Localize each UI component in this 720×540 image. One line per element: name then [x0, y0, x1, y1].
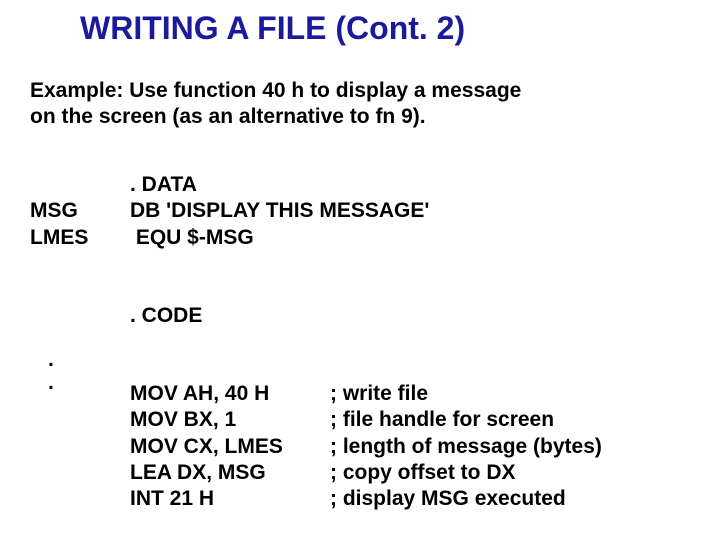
- comment: ; copy offset to DX: [330, 460, 516, 486]
- lmes-label: LMES: [30, 225, 130, 251]
- code-line: MOV CX, LMES; length of message (bytes): [30, 434, 602, 460]
- code-line: INT 21 H; display MSG executed: [30, 486, 602, 512]
- data-directive: . DATA: [130, 172, 340, 198]
- code-block: . DATA MSG DB 'DISPLAY THIS MESSAGE' LME…: [30, 172, 602, 512]
- blank-label: [30, 407, 130, 433]
- slide: WRITING A FILE (Cont. 2) Example: Use fu…: [0, 0, 720, 540]
- blank-label: [30, 434, 130, 460]
- code-directive: . CODE: [130, 303, 340, 329]
- comment: ; length of message (bytes): [330, 434, 602, 460]
- blank-label: [30, 172, 130, 198]
- msg-definition: DB 'DISPLAY THIS MESSAGE': [130, 198, 429, 224]
- example-line-1: Example: Use function 40 h to display a …: [30, 79, 521, 102]
- blank-label: [30, 486, 130, 512]
- instruction: MOV AH, 40 H: [130, 381, 330, 407]
- code-line: MOV BX, 1; file handle for screen: [30, 407, 602, 433]
- ellipsis-dots: . .: [48, 348, 54, 394]
- blank-label: [30, 460, 130, 486]
- instruction: LEA DX, MSG: [130, 460, 330, 486]
- example-text: Example: Use function 40 h to display a …: [30, 78, 630, 131]
- example-line-2: on the screen (as an alternative to fn 9…: [30, 105, 426, 128]
- comment: ; file handle for screen: [330, 407, 554, 433]
- code-line: LEA DX, MSG; copy offset to DX: [30, 460, 602, 486]
- instruction: INT 21 H: [130, 486, 330, 512]
- lmes-definition: EQU $-MSG: [130, 225, 340, 251]
- instruction: MOV CX, LMES: [130, 434, 330, 460]
- msg-label: MSG: [30, 198, 130, 224]
- code-line: MOV AH, 40 H; write file: [30, 381, 602, 407]
- code-lines: MOV AH, 40 H; write file MOV BX, 1; file…: [30, 381, 602, 512]
- comment: ; display MSG executed: [330, 486, 566, 512]
- slide-title: WRITING A FILE (Cont. 2): [80, 10, 465, 47]
- blank-label: [30, 381, 130, 407]
- instruction: MOV BX, 1: [130, 407, 330, 433]
- blank-label-2: [30, 303, 130, 329]
- comment: ; write file: [330, 381, 428, 407]
